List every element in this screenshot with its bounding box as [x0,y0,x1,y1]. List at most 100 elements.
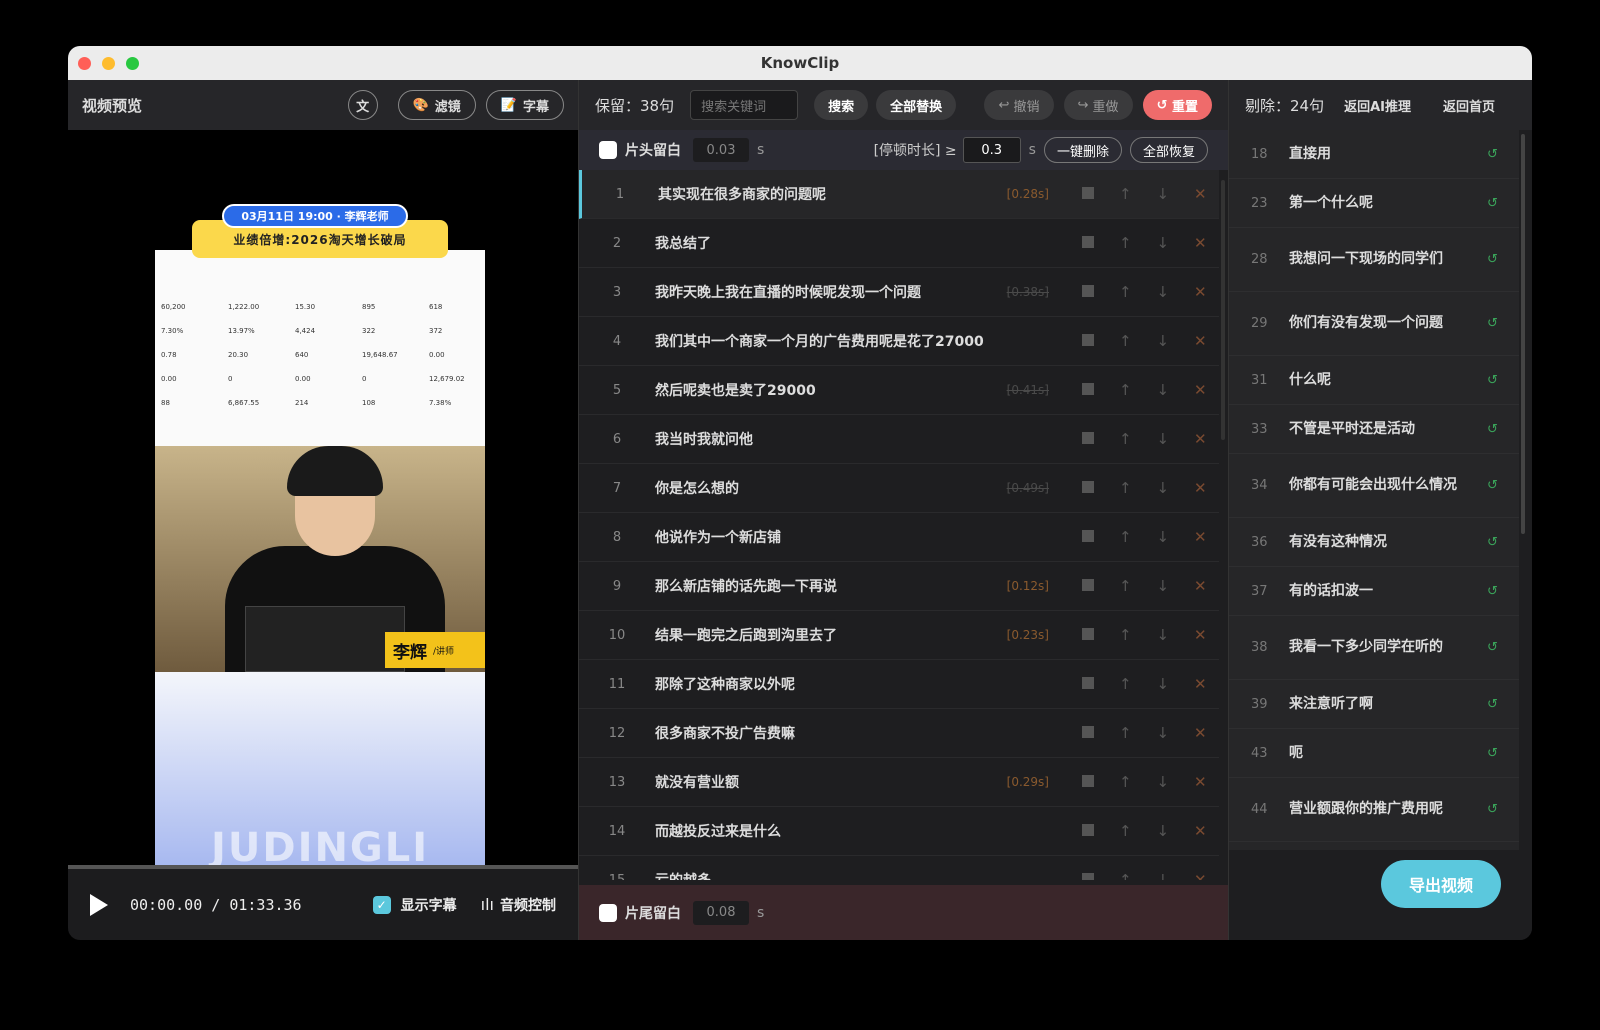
delete-icon[interactable]: ✕ [1182,871,1220,880]
tail-trim-input[interactable]: 0.08 [693,900,749,925]
restore-icon[interactable]: ↺ [1487,584,1503,599]
sentence-row[interactable]: 2 我总结了 ↑ ↓ ✕ [579,219,1219,268]
deleted-item[interactable]: 29 你们有没有发现一个问题 ↺ [1229,292,1519,356]
delete-icon[interactable]: ✕ [1182,822,1220,840]
move-down-icon[interactable]: ↓ [1144,724,1182,742]
deleted-item[interactable]: 44 营业额跟你的推广费用呢 ↺ [1229,778,1519,842]
sentence-row[interactable]: 3 我昨天晚上我在直播的时候呢发现一个问题 [0.38s] ↑ ↓ ✕ [579,268,1219,317]
sentence-text[interactable]: 其实现在很多商家的问题呢 [658,184,989,204]
restore-all-button[interactable]: 全部恢复 [1129,137,1208,163]
move-up-icon[interactable]: ↑ [1107,528,1145,546]
delete-icon[interactable]: ✕ [1182,675,1220,693]
search-input[interactable]: 搜索关键词 [690,90,799,120]
deleted-item[interactable]: 18 直接用 ↺ [1229,130,1519,179]
sentence-text[interactable]: 那除了这种商家以外呢 [655,674,989,694]
restore-icon[interactable]: ↺ [1487,316,1503,331]
subtitle-button[interactable]: 📝 字幕 [485,90,564,120]
sentence-row[interactable]: 9 那么新店铺的话先跑一下再说 [0.12s] ↑ ↓ ✕ [579,562,1219,611]
move-up-icon[interactable]: ↑ [1107,430,1145,448]
restore-icon[interactable]: ↺ [1487,746,1503,761]
move-down-icon[interactable]: ↓ [1144,528,1182,546]
deleted-item[interactable]: 31 什么呢 ↺ [1229,356,1519,405]
sentence-row[interactable]: 12 很多商家不投广告费嘛 ↑ ↓ ✕ [579,709,1219,758]
delete-icon[interactable]: ✕ [1182,773,1220,791]
pause-threshold-input[interactable]: 0.3 [962,137,1021,163]
delete-icon[interactable]: ✕ [1182,381,1220,399]
move-down-icon[interactable]: ↓ [1144,283,1182,301]
move-up-icon[interactable]: ↑ [1107,479,1145,497]
sentence-text[interactable]: 那么新店铺的话先跑一下再说 [655,576,989,596]
move-down-icon[interactable]: ↓ [1144,577,1182,595]
delete-icon[interactable]: ✕ [1182,577,1220,595]
move-up-icon[interactable]: ↑ [1107,724,1145,742]
move-up-icon[interactable]: ↑ [1107,871,1145,880]
copy-icon[interactable] [1069,822,1107,840]
deleted-item[interactable]: 38 我看一下多少同学在听的 ↺ [1229,616,1519,680]
move-up-icon[interactable]: ↑ [1107,675,1145,693]
back-to-home-button[interactable]: 返回首页 [1443,96,1495,115]
restore-icon[interactable]: ↺ [1487,373,1503,388]
copy-icon[interactable] [1069,675,1107,693]
play-icon[interactable] [90,893,108,916]
restore-icon[interactable]: ↺ [1487,422,1503,437]
restore-icon[interactable]: ↺ [1487,535,1503,550]
delete-icon[interactable]: ✕ [1182,185,1220,203]
delete-icon[interactable]: ✕ [1182,626,1220,644]
tail-trim-checkbox[interactable] [599,903,617,922]
translate-button[interactable]: 文 [347,90,378,120]
deleted-item[interactable]: 39 来注意听了啊 ↺ [1229,680,1519,729]
copy-icon[interactable] [1069,871,1107,880]
deleted-item[interactable]: 23 第一个什么呢 ↺ [1229,179,1519,228]
delete-icon[interactable]: ✕ [1182,479,1220,497]
copy-icon[interactable] [1069,577,1107,595]
move-down-icon[interactable]: ↓ [1144,773,1182,791]
restore-icon[interactable]: ↺ [1487,196,1503,211]
deleted-item[interactable]: 36 有没有这种情况 ↺ [1229,518,1519,567]
sentence-row[interactable]: 13 就没有营业额 [0.29s] ↑ ↓ ✕ [579,758,1219,807]
move-up-icon[interactable]: ↑ [1107,577,1145,595]
copy-icon[interactable] [1069,430,1107,448]
sentence-row[interactable]: 10 结果一跑完之后跑到沟里去了 [0.23s] ↑ ↓ ✕ [579,611,1219,660]
copy-icon[interactable] [1069,332,1107,350]
copy-icon[interactable] [1069,626,1107,644]
move-down-icon[interactable]: ↓ [1144,871,1182,880]
move-down-icon[interactable]: ↓ [1144,626,1182,644]
deleted-item[interactable]: 33 不管是平时还是活动 ↺ [1229,405,1519,454]
sentence-row[interactable]: 8 他说作为一个新店铺 ↑ ↓ ✕ [579,513,1219,562]
head-trim-input[interactable]: 0.03 [693,138,749,162]
sentence-row[interactable]: 11 那除了这种商家以外呢 ↑ ↓ ✕ [579,660,1219,709]
move-down-icon[interactable]: ↓ [1144,479,1182,497]
move-up-icon[interactable]: ↑ [1107,283,1145,301]
sentence-text[interactable]: 结果一跑完之后跑到沟里去了 [655,625,989,645]
restore-icon[interactable]: ↺ [1487,697,1503,712]
delete-icon[interactable]: ✕ [1182,234,1220,252]
copy-icon[interactable] [1069,528,1107,546]
zoom-window-button[interactable] [126,57,139,70]
sentence-row[interactable]: 5 然后呢卖也是卖了29000 [0.41s] ↑ ↓ ✕ [579,366,1219,415]
sentence-row[interactable]: 14 而越投反过来是什么 ↑ ↓ ✕ [579,807,1219,856]
delete-icon[interactable]: ✕ [1182,528,1220,546]
restore-icon[interactable]: ↺ [1487,147,1503,162]
delete-all-button[interactable]: 一键删除 [1043,137,1122,163]
delete-icon[interactable]: ✕ [1182,283,1220,301]
close-window-button[interactable] [78,57,91,70]
sentence-text[interactable]: 而越投反过来是什么 [655,821,989,841]
copy-icon[interactable] [1069,283,1107,301]
move-down-icon[interactable]: ↓ [1144,381,1182,399]
sentence-text[interactable]: 他说作为一个新店铺 [655,527,989,547]
deleted-list-scrollbar[interactable] [1521,134,1525,534]
sentence-row[interactable]: 6 我当时我就问他 ↑ ↓ ✕ [579,415,1219,464]
sentence-row[interactable]: 7 你是怎么想的 [0.49s] ↑ ↓ ✕ [579,464,1219,513]
move-down-icon[interactable]: ↓ [1144,430,1182,448]
restore-icon[interactable]: ↺ [1487,478,1503,493]
deleted-item[interactable]: 37 有的话扣波一 ↺ [1229,567,1519,616]
sentence-text[interactable]: 亏的越多 [655,870,989,880]
sentence-text[interactable]: 就没有营业额 [655,772,989,792]
show-subtitle-checkbox[interactable]: ✓ [372,895,391,914]
sentence-text[interactable]: 我总结了 [655,233,989,253]
sentence-text[interactable]: 我昨天晚上我在直播的时候呢发现一个问题 [655,282,989,302]
sentence-text[interactable]: 我当时我就问他 [655,429,989,449]
move-up-icon[interactable]: ↑ [1107,381,1145,399]
copy-icon[interactable] [1069,381,1107,399]
sentence-row[interactable]: 4 我们其中一个商家一个月的广告费用呢是花了27000 ↑ ↓ ✕ [579,317,1219,366]
